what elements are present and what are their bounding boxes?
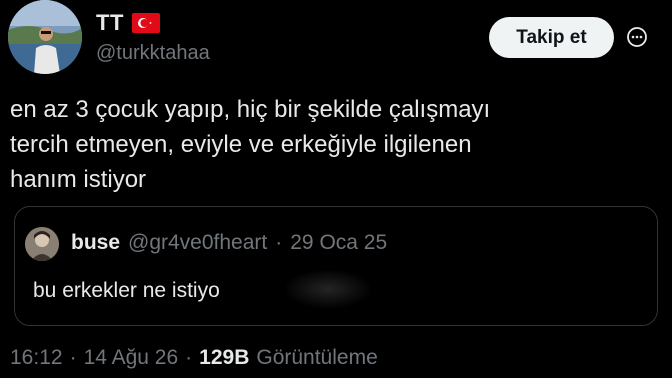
- separator-dot: ·: [185, 346, 193, 369]
- separator-dot: ·: [69, 346, 77, 369]
- quoted-tweet-text: bu erkekler ne istiyo: [33, 279, 220, 302]
- more-options-button[interactable]: [622, 22, 652, 52]
- avatar-photo-icon: [25, 227, 59, 261]
- views-count: 129B: [199, 346, 250, 369]
- tweet-time[interactable]: 16:12: [10, 346, 63, 370]
- quoted-author-handle[interactable]: @gr4ve0fheart: [128, 231, 267, 255]
- separator-dot: ·: [275, 231, 283, 254]
- author-handle[interactable]: @turkktahaa: [96, 42, 210, 65]
- redaction-smudge: [283, 269, 373, 309]
- avatar-photo-icon: [8, 0, 82, 74]
- author-display-name[interactable]: TT: [96, 10, 124, 36]
- author-avatar[interactable]: [8, 0, 82, 74]
- views-label: Görüntüleme: [256, 346, 378, 369]
- quoted-tweet-date[interactable]: 29 Oca 25: [290, 231, 387, 255]
- tweet-meta: 16:12 · 14 Ağu 26 · 129B Görüntüleme: [10, 346, 378, 370]
- tweet-page: TT @turkktahaa Takip et en az 3 çocuk ya…: [0, 0, 672, 378]
- author-name-row: TT: [96, 8, 160, 38]
- quoted-author-name[interactable]: buse: [71, 231, 120, 255]
- tweet-date[interactable]: 14 Ağu 26: [84, 346, 179, 370]
- more-horizontal-icon: [627, 27, 647, 47]
- quoted-tweet-header: buse @gr4ve0fheart · 29 Oca 25: [71, 231, 387, 255]
- tweet-text: en az 3 çocuk yapıp, hiç bir şekilde çal…: [10, 96, 491, 193]
- quoted-author-avatar[interactable]: [25, 227, 59, 261]
- follow-button[interactable]: Takip et: [489, 17, 614, 58]
- quoted-tweet[interactable]: buse @gr4ve0fheart · 29 Oca 25 bu erkekl…: [14, 206, 658, 326]
- turkey-flag-icon: [131, 13, 160, 33]
